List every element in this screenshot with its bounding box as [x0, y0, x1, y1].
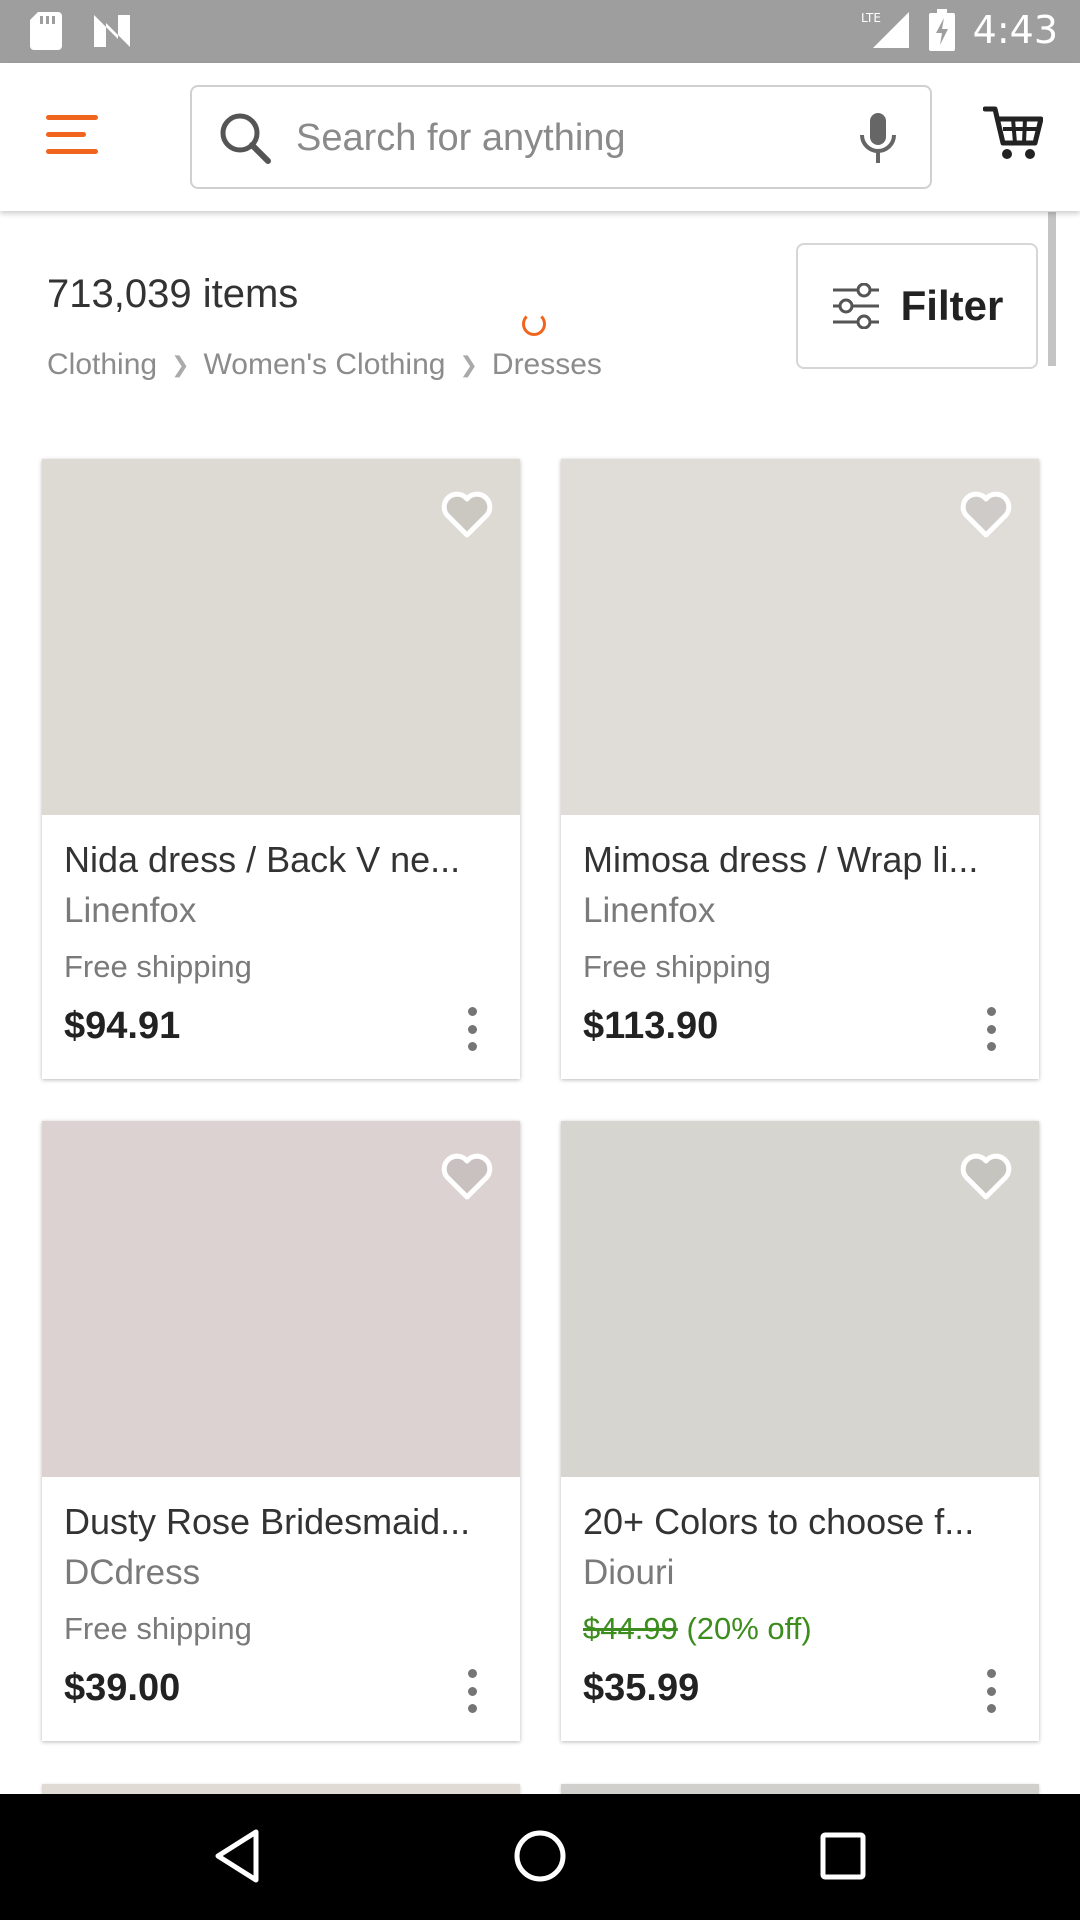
notification-n-icon: [94, 15, 130, 47]
listing-price: $39.00: [64, 1667, 181, 1709]
listing-title[interactable]: Nida dress / Back V ne...: [64, 839, 494, 881]
home-icon[interactable]: [513, 1826, 567, 1886]
status-bar: LTE 4:43: [0, 0, 1080, 63]
sd-card-icon: [30, 12, 62, 50]
search-placeholder: Search for anything: [296, 117, 626, 159]
filter-label: Filter: [900, 282, 1004, 329]
chevron-right-icon: ❯: [171, 352, 190, 377]
menu-button[interactable]: [46, 115, 98, 159]
listing-shipping: Free shipping: [64, 949, 252, 984]
more-options-button[interactable]: [981, 1007, 1001, 1051]
listing-title[interactable]: 20+ Colors to choose f...: [583, 1501, 1013, 1543]
listing-card[interactable]: Dusty Rose Bridesmaid... DCdress Free sh…: [42, 1121, 520, 1741]
listing-discount: $44.99 (20% off): [583, 1611, 812, 1647]
listing-shop: Linenfox: [583, 891, 716, 930]
back-icon[interactable]: [212, 1826, 262, 1886]
recents-icon[interactable]: [818, 1826, 868, 1886]
favorite-button[interactable]: [438, 1147, 496, 1205]
menu-icon-bar: [46, 132, 86, 137]
listing-card-partial[interactable]: [561, 1784, 1039, 1794]
listing-card-partial[interactable]: [42, 1784, 520, 1794]
menu-icon-bar: [46, 149, 98, 154]
listing-shop: Diouri: [583, 1553, 675, 1592]
heart-icon: [960, 491, 1012, 538]
filter-button[interactable]: Filter: [796, 243, 1038, 369]
listing-price: $113.90: [583, 1005, 719, 1047]
results-count: 713,039 items: [47, 272, 299, 316]
cart-button[interactable]: [982, 103, 1044, 168]
listing-price: $35.99: [583, 1667, 700, 1709]
listing-card[interactable]: Nida dress / Back V ne... Linenfox Free …: [42, 459, 520, 1079]
loading-spinner-icon: [522, 312, 546, 336]
heart-icon: [960, 1153, 1012, 1200]
heart-icon: [441, 491, 493, 538]
listing-shop: Linenfox: [64, 891, 197, 930]
chevron-right-icon: ❯: [459, 352, 478, 377]
heart-icon: [441, 1153, 493, 1200]
more-options-button[interactable]: [462, 1007, 482, 1051]
listing-shipping: Free shipping: [64, 1611, 252, 1646]
more-options-button[interactable]: [462, 1669, 482, 1713]
listing-shipping: Free shipping: [583, 949, 771, 984]
cart-icon: [982, 106, 1044, 159]
favorite-button[interactable]: [438, 485, 496, 543]
listing-title[interactable]: Mimosa dress / Wrap li...: [583, 839, 1013, 881]
system-nav-bar: [0, 1794, 1080, 1920]
discount-percent: (20% off): [686, 1611, 812, 1646]
original-price: $44.99: [583, 1611, 678, 1646]
listing-card[interactable]: Mimosa dress / Wrap li... Linenfox Free …: [561, 459, 1039, 1079]
breadcrumb: Clothing ❯ Women's Clothing ❯ Dresses: [47, 348, 602, 382]
listing-title[interactable]: Dusty Rose Bridesmaid...: [64, 1501, 494, 1543]
listing-shop: DCdress: [64, 1553, 201, 1592]
breadcrumb-clothing[interactable]: Clothing: [47, 348, 157, 382]
app-bar: Search for anything: [0, 63, 1080, 211]
lte-signal-icon: LTE: [861, 11, 909, 48]
sliders-icon: [832, 283, 879, 329]
microphone-icon[interactable]: [856, 111, 900, 167]
search-input[interactable]: Search for anything: [190, 85, 932, 189]
status-time: 4:43: [972, 8, 1058, 52]
search-icon: [220, 113, 271, 164]
svg-text:LTE: LTE: [861, 11, 881, 25]
listing-card[interactable]: 20+ Colors to choose f... Diouri $44.99 …: [561, 1121, 1039, 1741]
favorite-button[interactable]: [957, 1147, 1015, 1205]
breadcrumb-dresses[interactable]: Dresses: [492, 348, 602, 382]
menu-icon-bar: [46, 115, 98, 120]
battery-charging-icon: [928, 9, 955, 51]
breadcrumb-womens-clothing[interactable]: Women's Clothing: [204, 348, 446, 382]
more-options-button[interactable]: [981, 1669, 1001, 1713]
listing-price: $94.91: [64, 1005, 181, 1047]
favorite-button[interactable]: [957, 485, 1015, 543]
scrollbar[interactable]: [1048, 212, 1056, 366]
